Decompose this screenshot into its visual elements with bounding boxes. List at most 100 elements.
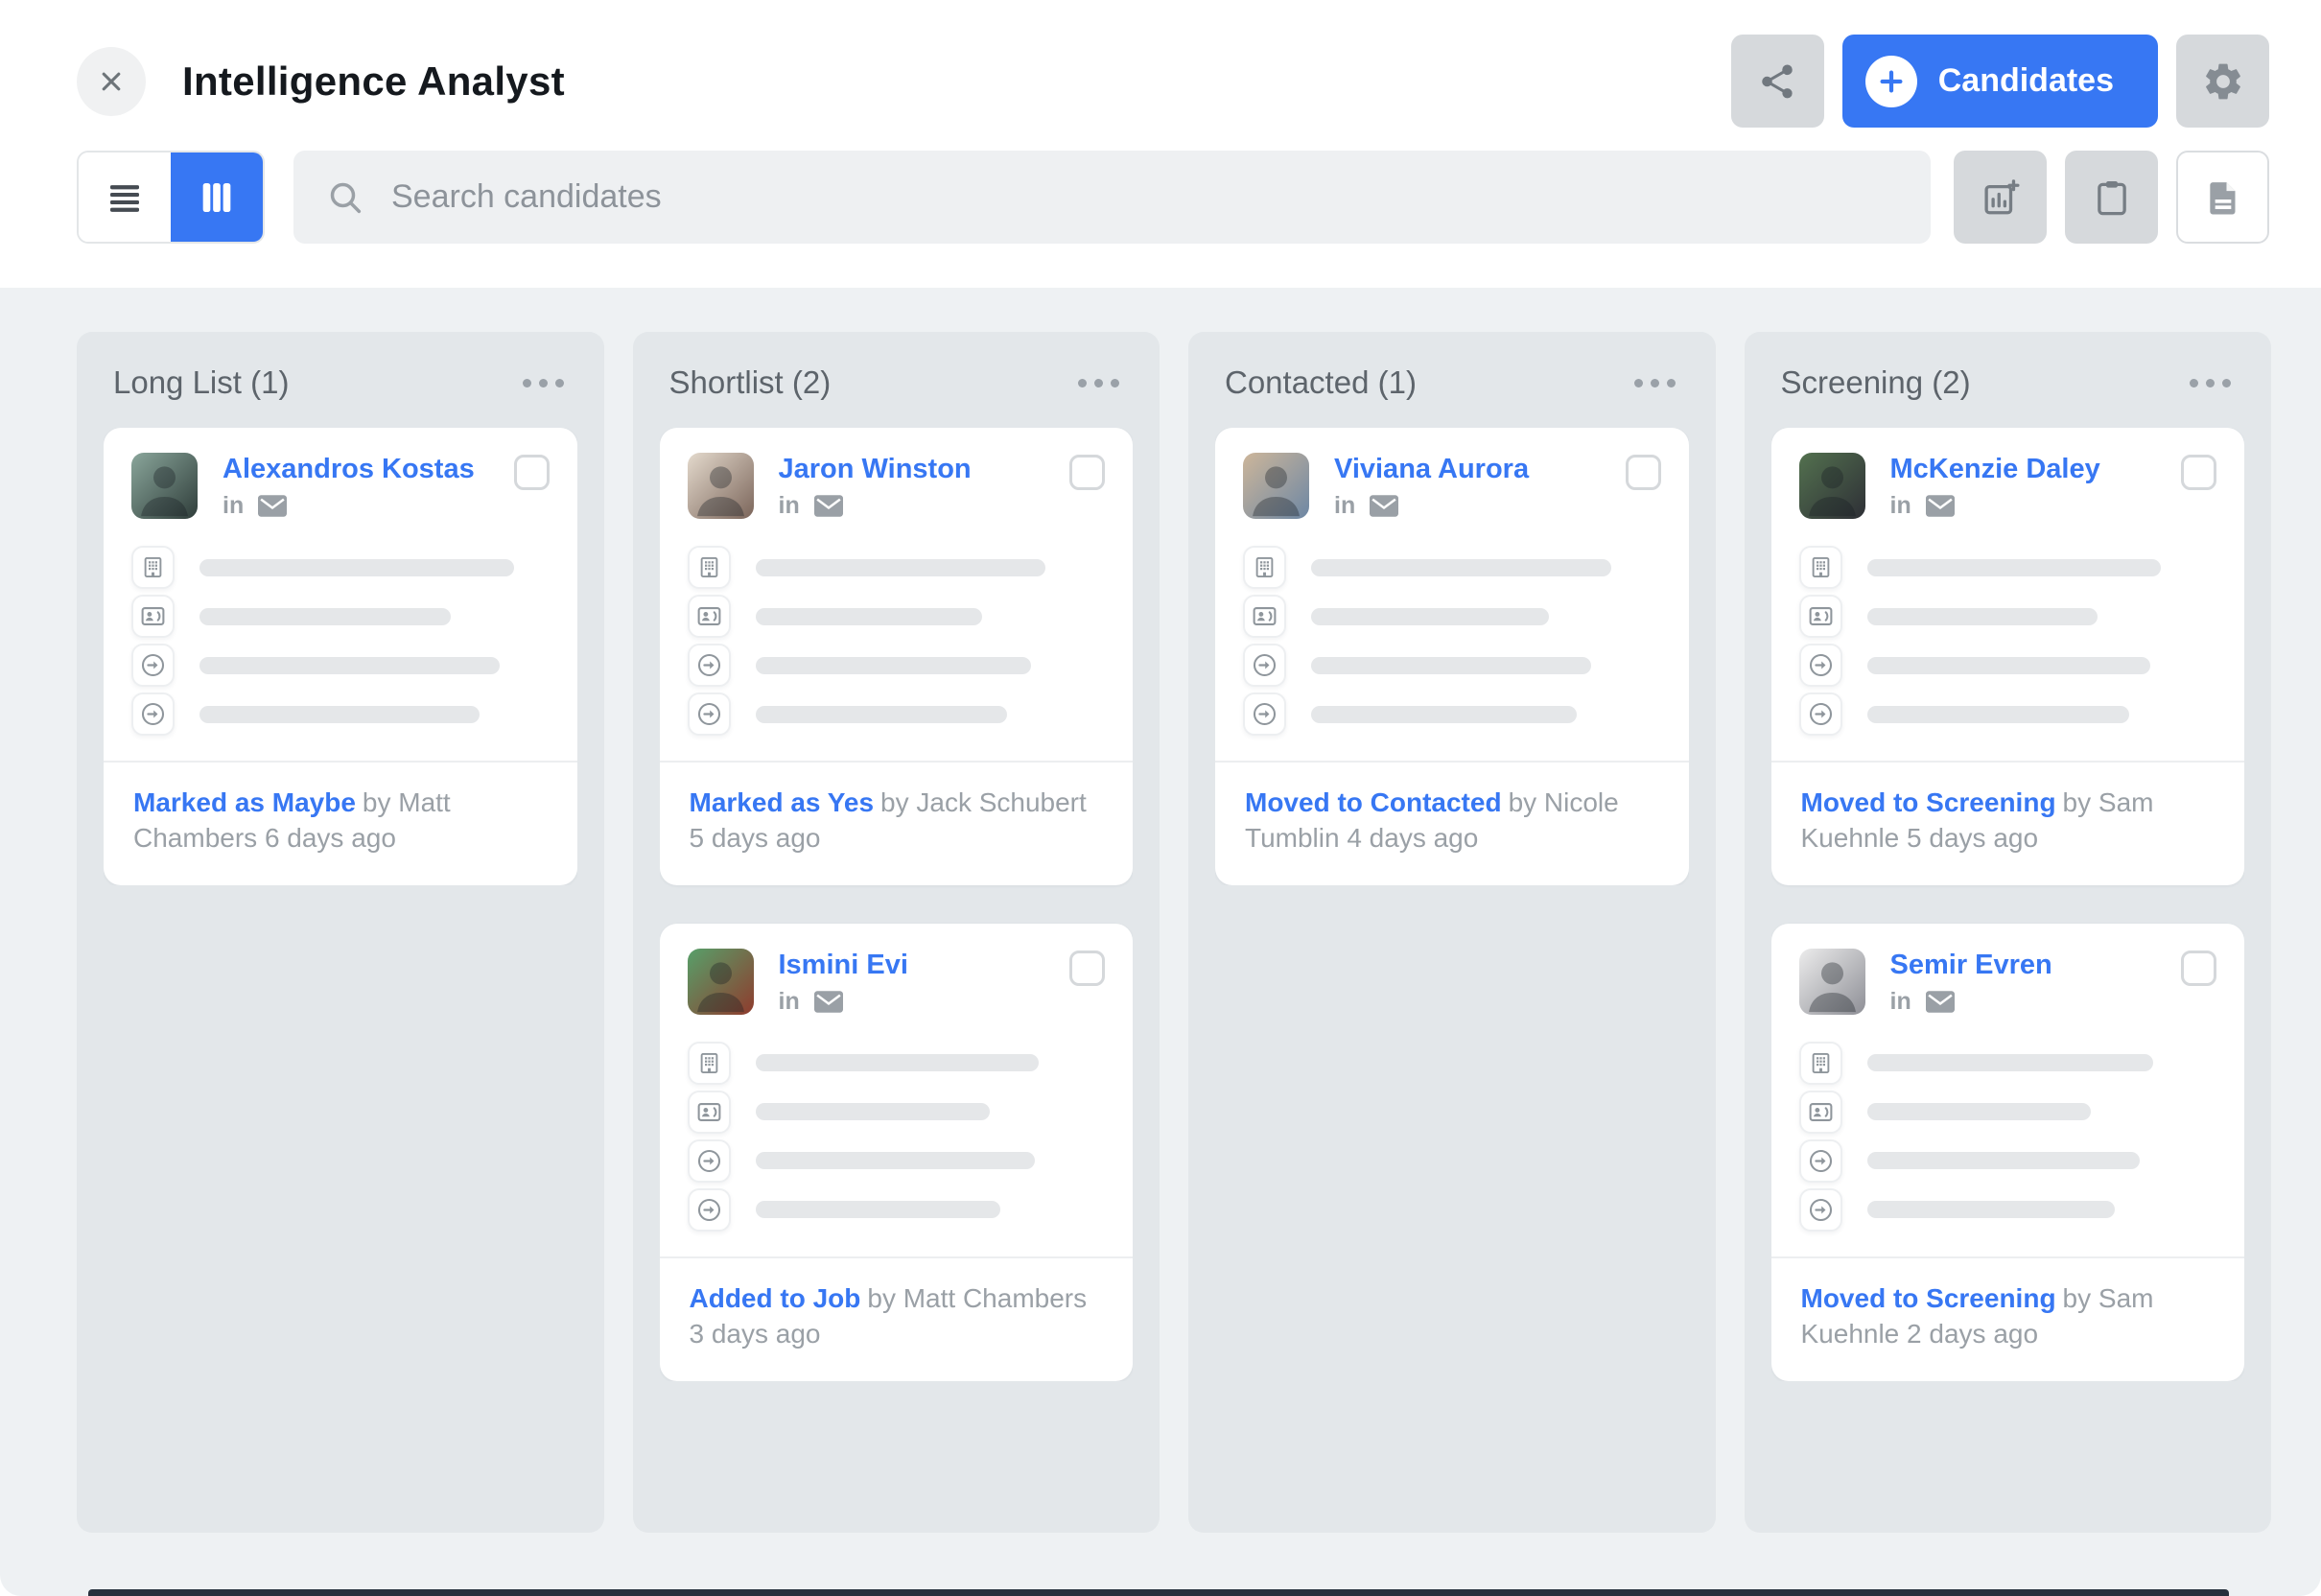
contact-card-icon[interactable] [131,595,175,638]
candidate-avatar [1799,949,1865,1015]
email-icon[interactable] [1926,991,1955,1013]
activity-action-link[interactable]: Marked as Yes [690,787,875,817]
column-menu-button[interactable] [1629,367,1681,399]
move-stage-icon[interactable] [1799,1139,1842,1183]
card-detail-row [688,546,1106,589]
placeholder-bar [1867,1152,2140,1169]
building-icon[interactable] [1243,546,1286,589]
card-header: Semir Evren in [1799,949,2217,1015]
move-stage-icon[interactable] [1799,692,1842,736]
candidate-card[interactable]: Viviana Aurora in Moved to Contactedby N… [1215,428,1689,885]
candidate-card[interactable]: Alexandros Kostas in Marked as Maybeby M… [104,428,577,885]
email-icon[interactable] [258,495,287,517]
candidate-info: McKenzie Daley in [1890,453,2100,518]
linkedin-icon[interactable]: in [779,990,800,1014]
move-stage-icon[interactable] [688,644,731,687]
card-detail-row [1799,692,2217,736]
card-header: Viviana Aurora in [1243,453,1661,519]
activity-action-link[interactable]: Moved to Contacted [1245,787,1502,817]
candidate-name-link[interactable]: Alexandros Kostas [223,455,475,485]
card-header: Jaron Winston in [688,453,1106,519]
building-icon[interactable] [688,546,731,589]
board-view-button[interactable] [171,153,263,242]
candidate-card[interactable]: Ismini Evi in Added to Jobby Matt Chambe… [660,924,1134,1381]
candidate-checkbox[interactable] [514,455,550,490]
placeholder-bar [1867,1201,2116,1218]
candidate-name-link[interactable]: Viviana Aurora [1334,455,1529,485]
settings-button[interactable] [2176,35,2269,128]
linkedin-icon[interactable]: in [223,494,244,518]
add-candidates-button[interactable]: Candidates [1842,35,2158,128]
contact-card-icon[interactable] [1799,1091,1842,1134]
candidate-checkbox[interactable] [1069,455,1105,490]
linkedin-icon[interactable]: in [779,494,800,518]
contact-card-icon[interactable] [688,1091,731,1134]
candidate-name-link[interactable]: McKenzie Daley [1890,455,2100,485]
search-input[interactable] [389,177,1898,217]
candidate-name-link[interactable]: Semir Evren [1890,951,2052,981]
card-detail-row [1243,595,1661,638]
card-detail-row [688,644,1106,687]
building-icon[interactable] [1799,546,1842,589]
column-menu-button[interactable] [2184,367,2237,399]
move-stage-icon[interactable] [1799,644,1842,687]
candidate-card[interactable]: Jaron Winston in Marked as Yesby Jack Sc… [660,428,1134,885]
placeholder-bar [199,608,451,625]
building-icon[interactable] [131,546,175,589]
candidate-checkbox[interactable] [1626,455,1661,490]
move-stage-icon[interactable] [688,1188,731,1232]
card-activity: Moved to Contactedby Nicole Tumblin 4 da… [1243,763,1661,885]
contact-card-icon[interactable] [1799,595,1842,638]
activity-action-link[interactable]: Moved to Screening [1801,787,2056,817]
column-title: Long List (1) [113,364,289,401]
activity-action-link[interactable]: Marked as Maybe [133,787,356,817]
column-menu-button[interactable] [517,367,570,399]
move-stage-icon[interactable] [1243,644,1286,687]
candidate-name-link[interactable]: Jaron Winston [779,455,972,485]
candidate-name-link[interactable]: Ismini Evi [779,951,908,981]
list-view-button[interactable] [79,153,171,242]
move-stage-icon[interactable] [1243,692,1286,736]
email-icon[interactable] [1370,495,1398,517]
email-icon[interactable] [1926,495,1955,517]
card-detail-row [688,1042,1106,1085]
ellipsis-icon [1111,379,1119,387]
building-icon[interactable] [688,1042,731,1085]
card-detail-row [688,1139,1106,1183]
move-stage-icon[interactable] [688,1139,731,1183]
activity-action-link[interactable]: Moved to Screening [1801,1283,2056,1313]
move-stage-icon[interactable] [131,644,175,687]
search-bar[interactable] [293,151,1931,244]
card-detail-row [1799,1091,2217,1134]
clipboard-button[interactable] [2065,151,2158,244]
activity-action-link[interactable]: Added to Job [690,1283,861,1313]
linkedin-icon[interactable]: in [1890,990,1911,1014]
card-header: McKenzie Daley in [1799,453,2217,519]
move-stage-icon[interactable] [1799,1188,1842,1232]
contact-card-icon[interactable] [688,595,731,638]
document-button[interactable] [2176,151,2269,244]
add-report-button[interactable] [1954,151,2047,244]
column-menu-button[interactable] [1072,367,1125,399]
candidate-checkbox[interactable] [1069,951,1105,986]
app-window: Intelligence Analyst Candidates [0,0,2321,1596]
linkedin-icon[interactable]: in [1890,494,1911,518]
column-header: Long List (1) [104,359,577,401]
contact-links: in [1890,990,2052,1014]
move-stage-icon[interactable] [688,692,731,736]
building-icon[interactable] [1799,1042,1842,1085]
linkedin-icon[interactable]: in [1334,494,1355,518]
list-view-icon [106,178,144,217]
share-button[interactable] [1731,35,1824,128]
candidate-card[interactable]: McKenzie Daley in Moved to Screeningby S… [1771,428,2245,885]
contact-card-icon[interactable] [1243,595,1286,638]
placeholder-track [1311,608,1661,625]
move-stage-icon[interactable] [131,692,175,736]
candidate-checkbox[interactable] [2181,455,2216,490]
candidate-checkbox[interactable] [2181,951,2216,986]
plus-icon [1865,56,1917,107]
email-icon[interactable] [814,495,843,517]
close-button[interactable] [77,47,146,116]
email-icon[interactable] [814,991,843,1013]
candidate-card[interactable]: Semir Evren in Moved to Screeningby Sam … [1771,924,2245,1381]
